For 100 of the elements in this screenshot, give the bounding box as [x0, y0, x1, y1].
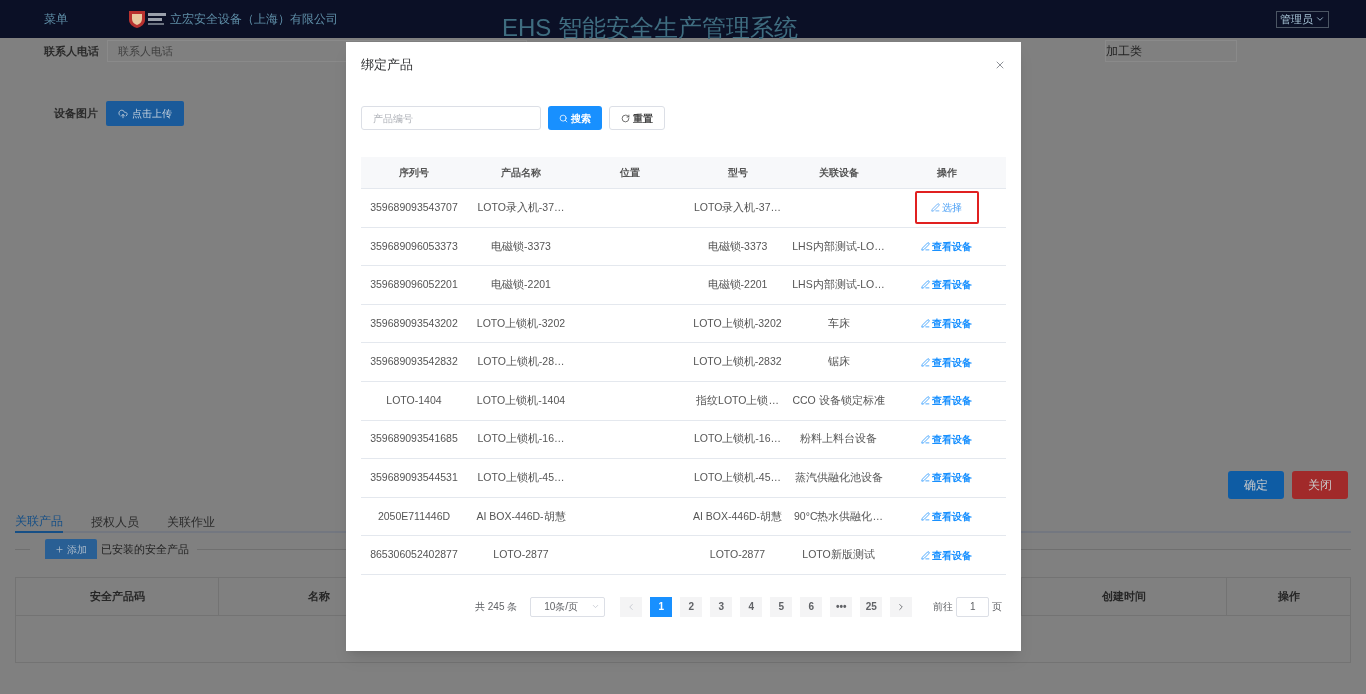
edit-icon	[921, 280, 930, 290]
system-title: EHS 智能安全生产管理系统	[502, 14, 798, 42]
reset-button[interactable]: 重置	[609, 106, 665, 130]
search-button[interactable]: 搜索	[548, 106, 602, 130]
chevron-down-icon	[1315, 14, 1325, 24]
table-cell-text: 指纹LOTO上锁…	[696, 392, 779, 408]
cloud-upload-icon	[118, 108, 128, 119]
view-device-link[interactable]: 查看设备	[921, 393, 972, 409]
column-header: 操作	[1277, 589, 1300, 605]
view-device-link[interactable]: 查看设备	[921, 277, 972, 293]
upload-button[interactable]: 点击上传	[106, 101, 184, 126]
category-select[interactable]: 加工类	[1105, 40, 1237, 62]
table-cell: LHS内部测试-LO…	[792, 277, 885, 293]
page-size-select[interactable]: 10条/页	[530, 596, 606, 617]
table-cell: 电磁锁-2201	[707, 277, 768, 293]
table-cell: 359689093544531	[370, 470, 458, 486]
table-cell-text: LOTO上锁机-2832	[693, 354, 782, 370]
page-button[interactable]: 4	[740, 596, 763, 617]
table-cell-text: 锯床	[827, 354, 850, 370]
column-header: 名称	[307, 589, 330, 605]
view-device-link[interactable]: 查看设备	[921, 431, 972, 447]
table-cell-text: 2050E711446D	[377, 508, 451, 524]
table-cell: LOTO-2877	[709, 547, 766, 563]
page-suffix: 页	[992, 600, 1003, 615]
plus-icon	[55, 544, 64, 554]
table-cell-text: 359689093543202	[370, 315, 458, 331]
table-cell: LOTO上锁机-45…	[477, 470, 565, 486]
page-button[interactable]: 6	[800, 596, 823, 617]
table-cell: LOTO上锁机-45…	[693, 470, 782, 486]
view-device-link[interactable]: 查看设备	[921, 547, 972, 563]
edit-icon	[921, 512, 930, 522]
table-cell-text: LOTO录入机-37…	[477, 199, 565, 215]
edit-icon	[931, 203, 940, 213]
edit-icon	[921, 396, 930, 406]
table-cell-text: AI BOX-446D-胡慧	[476, 508, 566, 524]
select-link[interactable]: 选择	[931, 200, 962, 216]
table-cell: 865306052402877	[370, 547, 458, 563]
table-cell-text: 359689093541685	[370, 431, 458, 447]
table-cell-text: AI BOX-446D-胡慧	[692, 508, 783, 524]
close-icon[interactable]	[994, 59, 1006, 71]
column-header: 安全产品码	[89, 589, 145, 605]
table-cell-text: 359689093542832	[370, 354, 458, 370]
goto-label: 前往	[933, 600, 954, 615]
column-header: 产品名称	[501, 166, 541, 180]
table-cell: LOTO-2877	[493, 547, 549, 563]
table-cell: 电磁锁-2201	[491, 277, 551, 293]
table-cell-text: 359689093543707	[370, 199, 458, 215]
column-header: 关联设备	[818, 166, 859, 180]
close-button[interactable]: 关闭	[1292, 471, 1348, 499]
table-cell-text: CCO 设备锁定标准	[792, 392, 885, 408]
product-number-field[interactable]: 产品编号	[361, 106, 541, 130]
table-cell-text: LOTO上锁机-3202	[693, 315, 782, 331]
tab[interactable]: 关联产品	[15, 510, 63, 533]
field-label: 联系人电话	[44, 43, 99, 59]
table-cell: LOTO新版测试	[802, 547, 875, 563]
page-button[interactable]: 2	[680, 596, 703, 617]
page-button[interactable]: 3	[710, 596, 733, 617]
edit-icon	[921, 357, 930, 367]
page-button[interactable]: •••	[830, 596, 853, 617]
table-cell-text: 电磁锁-3373	[707, 238, 768, 254]
column-header: 操作	[936, 166, 957, 180]
menu-link[interactable]: 菜单	[44, 10, 68, 28]
table-cell-text: 粉料上料台设备	[800, 431, 877, 447]
table-cell-text: 359689096053373	[370, 238, 458, 254]
column-header: 创建时间	[1102, 589, 1146, 605]
table-cell-text: LOTO-1404	[386, 392, 442, 408]
table-cell-text: LOTO上锁机-3202	[476, 315, 566, 331]
view-device-link[interactable]: 查看设备	[921, 238, 972, 254]
confirm-button[interactable]: 确定	[1228, 471, 1284, 499]
column-header: 型号	[727, 166, 748, 180]
table-cell-text: LOTO上锁机-1404	[476, 392, 566, 408]
table-cell-text: LOTO上锁机-16…	[477, 431, 565, 447]
page-button[interactable]: 5	[770, 596, 793, 617]
page-number-field[interactable]: 1	[956, 596, 990, 617]
view-device-link[interactable]: 查看设备	[921, 354, 972, 370]
table-cell-text: LHS内部测试-LO…	[792, 238, 885, 254]
section-title: 已安装的安全产品	[101, 541, 189, 557]
view-device-link[interactable]: 查看设备	[921, 470, 972, 486]
edit-icon	[921, 550, 930, 560]
refresh-icon	[621, 113, 630, 123]
table-cell-text: LOTO上锁机-28…	[477, 354, 565, 370]
view-device-link[interactable]: 查看设备	[921, 316, 972, 332]
field-label: 设备图片	[54, 106, 98, 122]
edit-icon	[921, 434, 930, 444]
edit-icon	[921, 319, 930, 329]
tab[interactable]: 授权人员	[91, 510, 139, 533]
add-button[interactable]: 添加	[45, 539, 97, 559]
edit-icon	[921, 473, 930, 483]
edit-icon	[921, 241, 930, 251]
search-icon	[559, 113, 568, 123]
table-cell-text: 90°C热水供融化…	[794, 508, 883, 524]
tab[interactable]: 关联作业	[167, 510, 215, 533]
table-cell-text: 电磁锁-3373	[491, 238, 551, 254]
user-menu[interactable]: 管理员	[1276, 10, 1329, 28]
next-page-button[interactable]	[890, 596, 913, 617]
page-button[interactable]: 25	[860, 596, 883, 617]
page-button[interactable]: 1	[650, 596, 673, 617]
view-device-link[interactable]: 查看设备	[921, 509, 972, 525]
total-count: 共 245 条	[475, 600, 518, 615]
previous-page-button[interactable]	[620, 596, 643, 617]
